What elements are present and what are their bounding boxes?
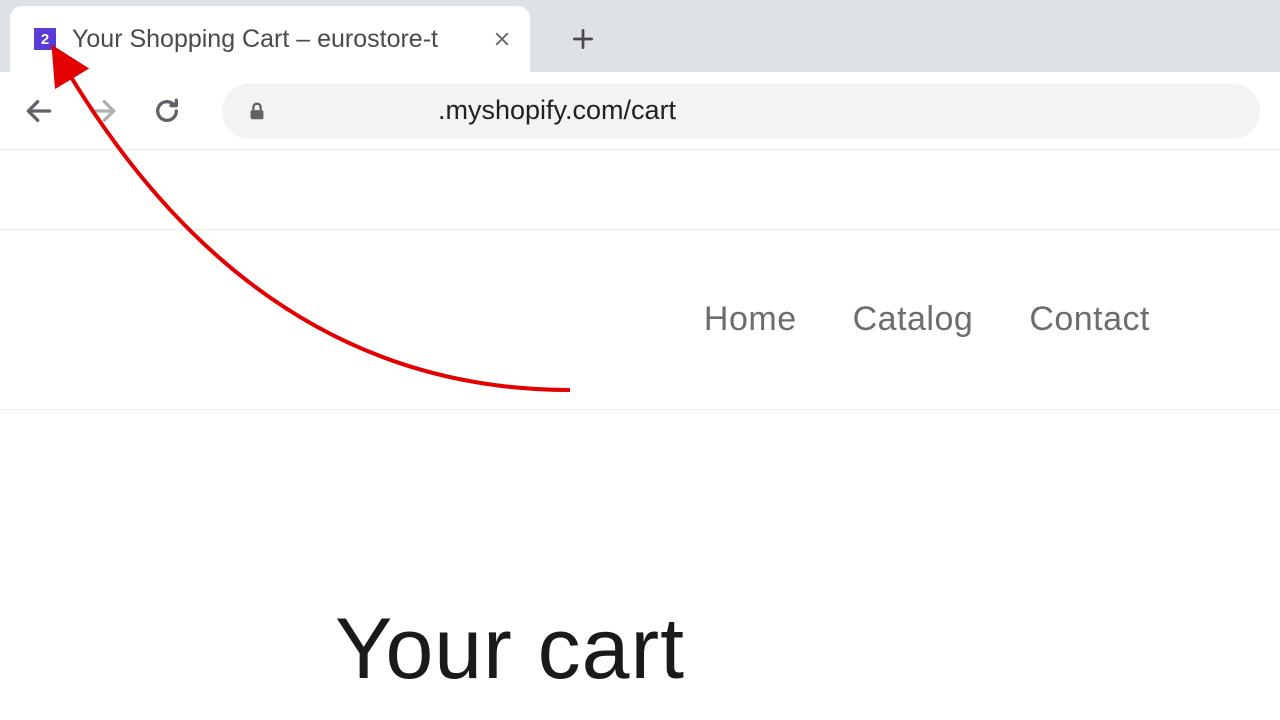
- tab-favicon: 2: [34, 28, 56, 50]
- nav-link-contact[interactable]: Contact: [1029, 300, 1150, 339]
- close-tab-button[interactable]: [490, 27, 514, 51]
- new-tab-button[interactable]: [560, 16, 606, 62]
- browser-tab-strip: 2 Your Shopping Cart – eurostore-t: [0, 0, 1280, 72]
- lock-icon: [246, 100, 268, 122]
- url-text: .myshopify.com/cart: [438, 95, 676, 126]
- forward-button[interactable]: [84, 92, 122, 130]
- plus-icon: [570, 26, 596, 52]
- browser-toolbar: .myshopify.com/cart: [0, 72, 1280, 150]
- nav-link-home[interactable]: Home: [704, 300, 797, 339]
- reload-button[interactable]: [148, 92, 186, 130]
- page-header-spacer: [0, 150, 1280, 230]
- back-button[interactable]: [20, 92, 58, 130]
- page-title: Your cart: [335, 600, 1280, 699]
- arrow-left-icon: [23, 95, 55, 127]
- address-bar[interactable]: .myshopify.com/cart: [222, 83, 1260, 139]
- arrow-right-icon: [87, 95, 119, 127]
- close-icon: [493, 30, 511, 48]
- nav-link-catalog[interactable]: Catalog: [853, 300, 974, 339]
- tab-title: Your Shopping Cart – eurostore-t: [72, 25, 480, 54]
- site-navigation: Home Catalog Contact: [0, 230, 1280, 410]
- reload-icon: [151, 95, 183, 127]
- browser-tab[interactable]: 2 Your Shopping Cart – eurostore-t: [10, 6, 530, 72]
